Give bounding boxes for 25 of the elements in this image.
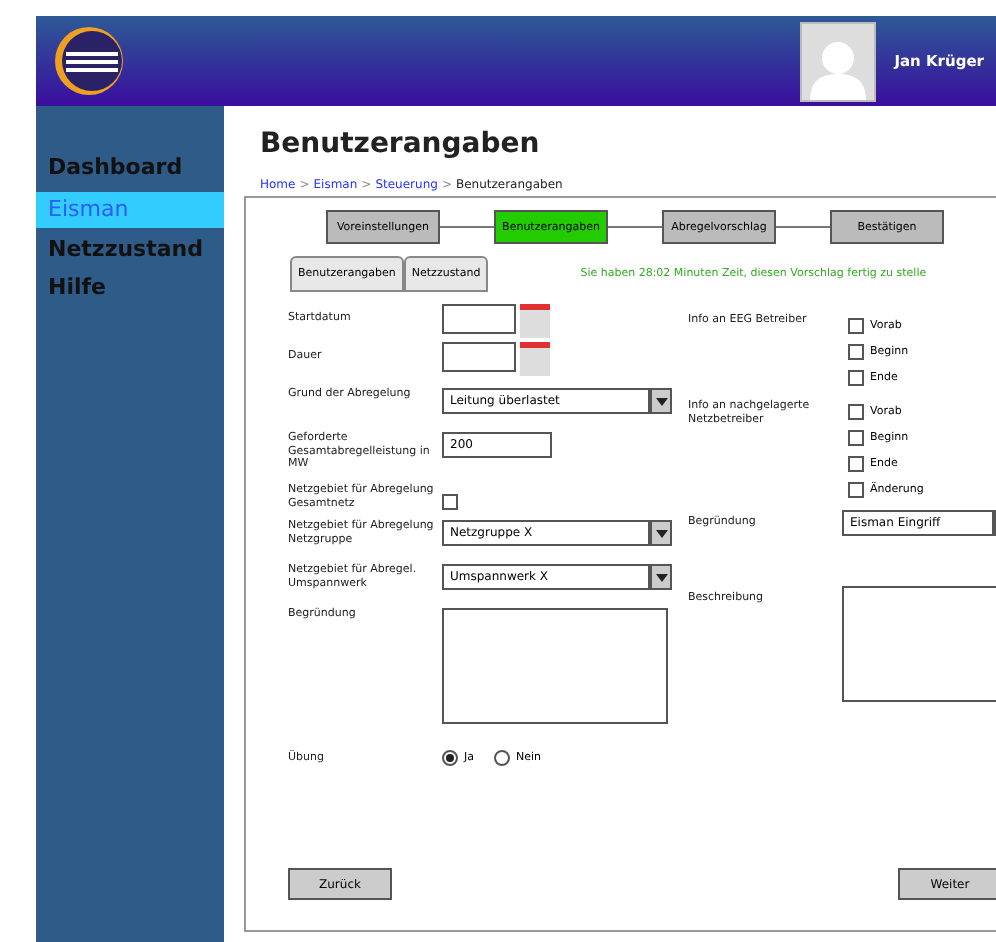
checkbox[interactable] — [848, 429, 864, 445]
checkbox[interactable] — [848, 403, 864, 419]
checkbox[interactable] — [848, 369, 864, 385]
caret-icon — [655, 573, 667, 581]
dropdown-button[interactable] — [650, 388, 672, 414]
caret-icon — [655, 529, 667, 537]
avatar[interactable] — [800, 21, 877, 101]
checkbox[interactable] — [848, 317, 864, 333]
text-area[interactable] — [442, 608, 668, 724]
logo-icon — [54, 26, 124, 96]
radio-button[interactable] — [494, 750, 510, 766]
radio-button[interactable] — [442, 750, 458, 766]
checkbox[interactable] — [848, 343, 864, 359]
checkbox[interactable] — [848, 455, 864, 471]
dropdown-button[interactable] — [650, 564, 672, 590]
page-title: Benutzerangaben — [260, 128, 542, 164]
caret-icon — [655, 397, 667, 405]
dropdown-button[interactable] — [650, 520, 672, 546]
checkbox[interactable] — [442, 494, 458, 510]
date-field[interactable] — [442, 304, 516, 334]
calendar-icon[interactable] — [520, 342, 550, 376]
date-field[interactable] — [442, 342, 516, 372]
checkbox[interactable] — [848, 481, 864, 497]
text-area[interactable] — [842, 586, 996, 702]
calendar-icon[interactable] — [520, 304, 550, 338]
